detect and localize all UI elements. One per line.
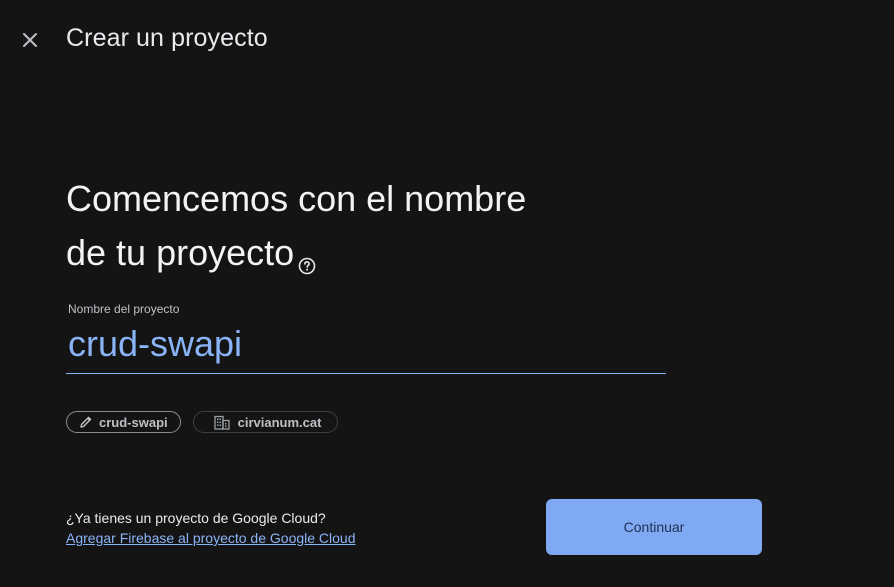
add-firebase-to-gcp-link[interactable]: Agregar Firebase al proyecto de Google C… — [66, 528, 356, 548]
create-project-page: Crear un proyecto Comencemos con el nomb… — [0, 0, 894, 587]
existing-project-question: ¿Ya tienes un proyecto de Google Cloud? — [66, 510, 326, 526]
heading-line-1: Comencemos con el nombre — [66, 178, 527, 219]
existing-project-section: ¿Ya tienes un proyecto de Google Cloud? … — [66, 508, 356, 548]
continue-button[interactable]: Continuar — [546, 499, 762, 555]
project-id-chips: crud-swapi cirvianum.cat — [66, 411, 339, 433]
organization-chip-label: cirvianum.cat — [237, 414, 322, 430]
pencil-icon — [79, 415, 93, 429]
help-circle-icon[interactable] — [298, 236, 316, 290]
heading-line-2: de tu proyecto — [66, 226, 626, 290]
close-button[interactable] — [16, 26, 44, 54]
heading-line-2-text: de tu proyecto — [66, 232, 295, 273]
project-name-input[interactable] — [66, 316, 666, 374]
project-name-field: Nombre del proyecto — [66, 302, 666, 374]
project-id-chip-label: crud-swapi — [99, 414, 168, 430]
organization-icon — [213, 415, 230, 430]
project-id-chip[interactable]: crud-swapi — [66, 411, 181, 433]
close-icon — [23, 33, 37, 47]
page-title: Crear un proyecto — [66, 24, 268, 52]
main-heading: Comencemos con el nombre de tu proyecto — [66, 172, 626, 290]
organization-chip: cirvianum.cat — [192, 411, 339, 433]
project-name-label: Nombre del proyecto — [68, 302, 180, 316]
